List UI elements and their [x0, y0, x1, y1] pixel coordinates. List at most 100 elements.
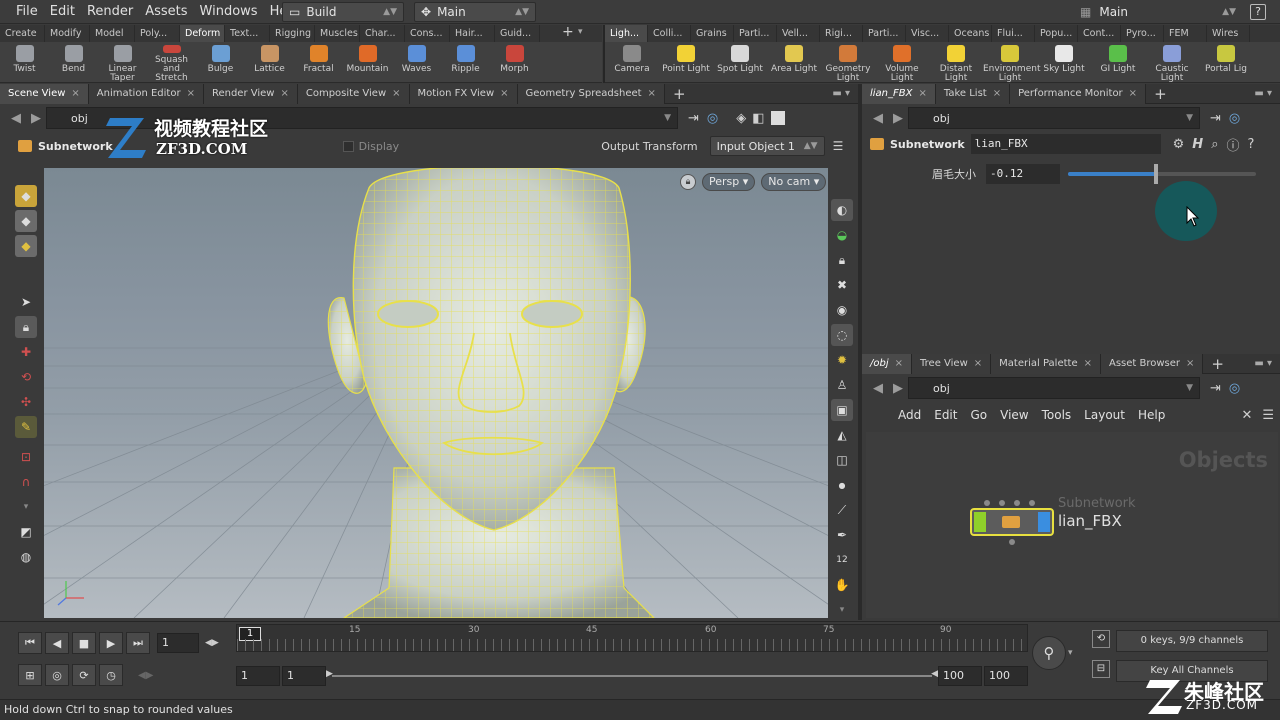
- right-shelf-tab[interactable]: Vell...: [777, 25, 820, 42]
- node-lian-fbx[interactable]: [970, 508, 1054, 536]
- close-icon[interactable]: ×: [1186, 358, 1194, 369]
- shelf-tool-button[interactable]: Lattice: [245, 42, 294, 83]
- close-icon[interactable]: ×: [993, 88, 1001, 99]
- shelf-tool-button[interactable]: Point Light: [659, 42, 713, 83]
- info-icon[interactable]: ⓘ: [1226, 135, 1239, 154]
- pin-icon[interactable]: ⇥: [1210, 381, 1221, 396]
- shelf-tool-button[interactable]: Ripple: [441, 42, 490, 83]
- node-name-field[interactable]: lian_FBX: [970, 134, 1161, 154]
- square-icon[interactable]: [770, 111, 785, 125]
- handle-tool-icon[interactable]: ⊡: [15, 446, 37, 468]
- forward-arrow-icon[interactable]: ▶: [888, 381, 908, 396]
- layers-tool-icon[interactable]: ◩: [15, 521, 37, 543]
- link-icon[interactable]: ◎: [1229, 381, 1240, 396]
- range-end2-field[interactable]: 100: [984, 666, 1028, 686]
- hand-icon[interactable]: ✋: [831, 574, 853, 596]
- network-menu-go[interactable]: Go: [970, 408, 987, 422]
- shelf-tool-button[interactable]: Sky Light: [1037, 42, 1091, 83]
- channel-list-icon[interactable]: ⟲: [1092, 630, 1110, 648]
- shelf-tool-button[interactable]: Environment Light: [983, 42, 1040, 83]
- input-connector[interactable]: [984, 500, 990, 506]
- range-end-field[interactable]: 100: [938, 666, 982, 686]
- network-menu-add[interactable]: Add: [898, 408, 921, 422]
- back-arrow-icon[interactable]: ◀: [6, 111, 26, 126]
- shelf-tool-button[interactable]: Twist: [0, 42, 49, 83]
- display-checkbox[interactable]: [342, 140, 354, 152]
- close-icon[interactable]: ×: [895, 358, 903, 369]
- left-shelf-tab[interactable]: Cons...: [405, 25, 450, 42]
- right-shelf-tab[interactable]: Parti...: [734, 25, 777, 42]
- key-menu-icon[interactable]: ▾: [1068, 648, 1073, 658]
- shelf-tool-button[interactable]: Waves: [392, 42, 441, 83]
- forward-arrow-icon[interactable]: ▶: [26, 111, 46, 126]
- left-shelf-tab[interactable]: Muscles: [315, 25, 360, 42]
- param-slider[interactable]: [1068, 164, 1256, 184]
- right-shelf-tab[interactable]: Visc...: [906, 25, 949, 42]
- tab-geometry-spreadsheet[interactable]: Geometry Spreadsheet ×: [517, 83, 665, 104]
- more-tools-icon[interactable]: ▾: [15, 496, 37, 518]
- link-icon[interactable]: ◎: [1229, 111, 1240, 126]
- pin-icon[interactable]: ⇥: [1210, 111, 1221, 126]
- select-points-icon[interactable]: ◆: [15, 210, 37, 232]
- desktop-main-select[interactable]: ✥ Main ▲▼: [414, 2, 536, 22]
- left-shelf-tab[interactable]: Guid...: [495, 25, 540, 42]
- network-menu-help[interactable]: Help: [1138, 408, 1165, 422]
- shelf-tool-button[interactable]: Distant Light: [929, 42, 983, 83]
- close-icon[interactable]: ×: [1084, 358, 1092, 369]
- menu-assets[interactable]: Assets: [139, 0, 193, 24]
- left-shelf-tab[interactable]: Char...: [360, 25, 405, 42]
- shelf-tool-button[interactable]: Linear Taper: [98, 42, 147, 83]
- step-buttons-icon[interactable]: ◀▶: [205, 638, 219, 648]
- add-tab-icon[interactable]: +: [1146, 85, 1175, 103]
- tab-composite-view[interactable]: Composite View ×: [297, 83, 410, 104]
- camera-menu[interactable]: No cam ▾: [761, 173, 827, 191]
- input-connector[interactable]: [1029, 500, 1035, 506]
- current-frame-field[interactable]: 1: [157, 633, 199, 653]
- close-icon[interactable]: ×: [500, 88, 508, 99]
- measure-icon[interactable]: ⟋: [831, 499, 853, 521]
- output-connector[interactable]: [1009, 539, 1015, 545]
- network-path-field[interactable]: obj ▼: [908, 377, 1200, 399]
- pane-maximize-icon[interactable]: ▬ ▾: [1254, 88, 1272, 99]
- left-shelf-tab[interactable]: Hair...: [450, 25, 495, 42]
- realtime-toggle[interactable]: ⊞: [18, 664, 42, 686]
- magnet-tool-icon[interactable]: ∩: [15, 471, 37, 493]
- loop-toggle[interactable]: ⟳: [72, 664, 96, 686]
- ghost-icon[interactable]: ◒: [831, 224, 853, 246]
- right-shelf-tab[interactable]: Pyro...: [1121, 25, 1164, 42]
- network-menu-tools[interactable]: Tools: [1042, 408, 1072, 422]
- menu-edit[interactable]: Edit: [44, 0, 81, 24]
- tab-lian-fbx[interactable]: lian_FBX ×: [862, 83, 936, 104]
- shelf-tool-button[interactable]: Squash and Stretch: [147, 42, 196, 83]
- move-tool-icon[interactable]: ✚: [15, 341, 37, 363]
- close-icon[interactable]: ×: [974, 358, 982, 369]
- close-icon[interactable]: ×: [919, 88, 927, 99]
- param-path-field[interactable]: obj ▼: [908, 107, 1200, 129]
- jump-start-button[interactable]: ⏮: [18, 632, 42, 654]
- left-shelf-tab[interactable]: Model: [90, 25, 135, 42]
- dot-icon[interactable]: ●: [831, 474, 853, 496]
- shelf-tool-button[interactable]: Mountain: [343, 42, 392, 83]
- input-object-select[interactable]: Input Object 1 ▲▼: [709, 136, 825, 156]
- desktop-build-select[interactable]: ▭ Build ▲▼: [282, 2, 404, 22]
- houdini-help-icon[interactable]: H: [1192, 137, 1203, 152]
- shelf-tool-button[interactable]: Fractal: [294, 42, 343, 83]
- tab-performance-monitor[interactable]: Performance Monitor ×: [1010, 83, 1147, 104]
- shelf-tool-button[interactable]: Bend: [49, 42, 98, 83]
- select-faces-icon[interactable]: ◆: [15, 235, 37, 257]
- 3d-viewport[interactable]: 🔒︎ Persp ▾ No cam ▾: [44, 168, 828, 618]
- shelf-tool-button[interactable]: GI Light: [1091, 42, 1145, 83]
- input-connector[interactable]: [1014, 500, 1020, 506]
- tab-obj-network[interactable]: /obj ×: [862, 353, 913, 374]
- hide-icon[interactable]: ✖: [831, 274, 853, 296]
- shelf-tool-button[interactable]: Geometry Light: [821, 42, 875, 83]
- eyedropper-icon[interactable]: ✒: [831, 524, 853, 546]
- right-main-select[interactable]: ▦ Main ▲▼: [1074, 2, 1242, 22]
- close-icon[interactable]: ×: [187, 88, 195, 99]
- arrow-tool-icon[interactable]: ➤: [15, 291, 37, 313]
- tab-tree-view[interactable]: Tree View ×: [912, 353, 992, 374]
- range-start-handle[interactable]: ▶: [326, 669, 333, 679]
- frame-ruler[interactable]: 1 15 30 45 60 75 90: [236, 624, 1028, 652]
- tab-scene-view[interactable]: Scene View ×: [0, 83, 89, 104]
- network-menu-layout[interactable]: Layout: [1084, 408, 1125, 422]
